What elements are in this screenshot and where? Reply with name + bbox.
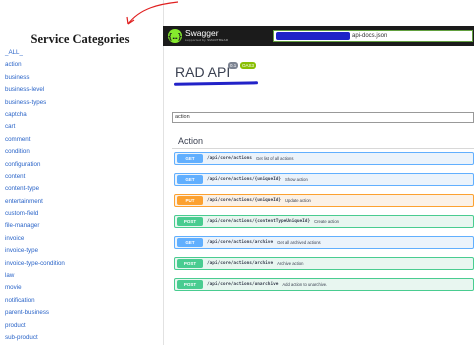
operation-path: /api/core/actions/archive [207, 261, 274, 266]
spec-url-input[interactable]: api-docs.json [273, 30, 473, 42]
category-link-invoice-type-condition[interactable]: invoice-type-condition [5, 258, 65, 270]
api-title: RAD API [175, 64, 231, 80]
swagger-brand-sub: supported by SMARTBEAR [185, 38, 229, 42]
operation-summary: Update action [285, 198, 311, 203]
swagger-topbar: {…} Swagger supported by SMARTBEAR api-d… [163, 26, 474, 46]
category-link-business-level[interactable]: business-level [5, 84, 65, 96]
category-link-captcha[interactable]: captcha [5, 109, 65, 121]
category-link-file-manager[interactable]: file-manager [5, 220, 65, 232]
filter-input[interactable]: action [172, 112, 474, 123]
category-link-invoice-type[interactable]: invoice-type [5, 245, 65, 257]
swagger-brand: Swagger [185, 28, 219, 38]
operation-summary: Get all archived actions [277, 240, 321, 245]
method-badge: GET [177, 175, 203, 184]
category-link-movie[interactable]: movie [5, 282, 65, 294]
category-list: _ALL_ action business business-level bus… [5, 47, 65, 344]
section-divider [172, 148, 474, 149]
annotation-underline [173, 81, 259, 86]
category-link-business[interactable]: business [5, 72, 65, 84]
method-badge: POST [177, 280, 203, 289]
operation-summary: Show action [285, 177, 308, 182]
operation-get-actions[interactable]: GET /api/core/actions Get list of all ac… [174, 152, 474, 165]
category-link-sub-product[interactable]: sub-product [5, 332, 65, 344]
operation-post-unarchive[interactable]: POST /api/core/actions/unarchive Add act… [174, 278, 474, 291]
category-link-cart[interactable]: cart [5, 121, 65, 133]
category-link-configuration[interactable]: configuration [5, 159, 65, 171]
category-link-all[interactable]: _ALL_ [5, 47, 65, 59]
operation-path: /api/core/actions/unarchive [207, 282, 279, 287]
method-badge: PUT [177, 196, 203, 205]
category-link-business-types[interactable]: business-types [5, 97, 65, 109]
redaction-mark [276, 32, 350, 40]
version-badge: 0.1 [228, 62, 239, 69]
spec-url-text: api-docs.json [352, 33, 388, 39]
category-link-entertainment[interactable]: entertainment [5, 196, 65, 208]
operation-path: /api/core/actions/{uniqueId} [207, 198, 282, 203]
operation-post-archive[interactable]: POST /api/core/actions/archive Archive a… [174, 257, 474, 270]
operation-path: /api/core/actions/archive [207, 240, 274, 245]
category-link-notification[interactable]: notification [5, 295, 65, 307]
category-link-custom-field[interactable]: custom-field [5, 208, 65, 220]
operation-summary: Add action to unarchive. [282, 282, 328, 287]
sidebar-title: Service Categories [30, 32, 130, 46]
category-link-content-type[interactable]: content-type [5, 183, 65, 195]
method-badge: POST [177, 259, 203, 268]
operation-summary: Archive action [277, 261, 304, 266]
category-link-parent-business[interactable]: parent-business [5, 307, 65, 319]
category-link-comment[interactable]: comment [5, 134, 65, 146]
operation-put-action[interactable]: PUT /api/core/actions/{uniqueId} Update … [174, 194, 474, 207]
method-badge: GET [177, 154, 203, 163]
operation-summary: Create action [314, 219, 339, 224]
operation-get-action[interactable]: GET /api/core/actions/{uniqueId} Show ac… [174, 173, 474, 186]
operation-path: /api/core/actions [207, 156, 252, 161]
category-link-law[interactable]: law [5, 270, 65, 282]
operation-path: /api/core/actions/{contentTypeUniqueId} [207, 219, 311, 224]
category-link-invoice[interactable]: invoice [5, 233, 65, 245]
operation-post-action[interactable]: POST /api/core/actions/{contentTypeUniqu… [174, 215, 474, 228]
category-link-condition[interactable]: condition [5, 146, 65, 158]
category-link-content[interactable]: content [5, 171, 65, 183]
operation-get-archive[interactable]: GET /api/core/actions/archive Get all ar… [174, 236, 474, 249]
operation-summary: Get list of all actions [255, 156, 294, 161]
operation-path: /api/core/actions/{uniqueId} [207, 177, 282, 182]
swagger-logo-icon[interactable]: {…} [168, 29, 182, 43]
category-link-action[interactable]: action [5, 59, 65, 71]
oas-badge: OAS3 [240, 62, 257, 69]
method-badge: POST [177, 217, 203, 226]
section-title-action[interactable]: Action [178, 136, 203, 146]
method-badge: GET [177, 238, 203, 247]
service-categories-sidebar: Service Categories _ALL_ action business… [0, 0, 164, 345]
category-link-product[interactable]: product [5, 320, 65, 332]
